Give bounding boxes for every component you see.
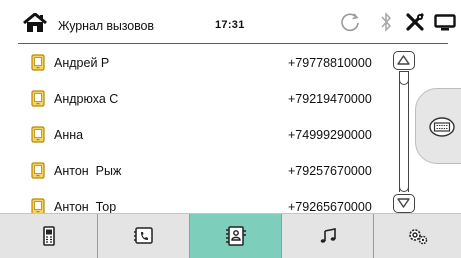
- music-icon: [320, 228, 336, 243]
- sync-icon: [341, 13, 359, 32]
- contact-number: +74999290000: [288, 128, 372, 142]
- settings-gear-icon: [408, 229, 427, 245]
- contact-name: Андрей Р: [54, 56, 110, 70]
- chevron-down-icon: [397, 198, 410, 208]
- nav-contacts[interactable]: [190, 214, 282, 258]
- mobile-phone-icon: [31, 54, 45, 71]
- call-log-icon: [133, 227, 153, 244]
- mobile-phone-icon: [31, 126, 45, 143]
- mobile-phone-icon: [31, 162, 45, 179]
- nav-call-log[interactable]: [98, 214, 190, 258]
- bottom-nav: [0, 213, 461, 258]
- list-item[interactable]: Андрей Р +79778810000: [28, 44, 388, 80]
- chevron-up-icon: [397, 55, 410, 65]
- settings-tools-icon[interactable]: [405, 12, 425, 32]
- contact-number: +79257670000: [288, 164, 372, 178]
- contacts-icon: [225, 226, 246, 246]
- contact-name: Антон Рыж: [54, 164, 122, 178]
- contact-number: +79265670000: [288, 200, 372, 214]
- phone-screen: Журнал вызовов 17:31 Андрей Р +797788100…: [0, 0, 461, 258]
- contact-list: Андрей Р +79778810000 Андрюха С +7921947…: [28, 44, 388, 224]
- screen-icon[interactable]: [434, 14, 456, 32]
- scroll-thumb[interactable]: [399, 71, 409, 85]
- keyboard-icon[interactable]: [429, 117, 455, 137]
- page-title: Журнал вызовов: [58, 19, 154, 33]
- status-header: Журнал вызовов 17:31: [0, 0, 461, 44]
- scroll-up-button[interactable]: [393, 51, 415, 70]
- clock: 17:31: [215, 19, 245, 31]
- scroll-track[interactable]: [399, 71, 409, 192]
- bluetooth-icon: [381, 12, 392, 32]
- contact-name: Андрюха С: [54, 92, 119, 106]
- home-icon[interactable]: [22, 13, 48, 33]
- nav-music[interactable]: [282, 214, 374, 258]
- list-item[interactable]: Антон Рыж +79257670000: [28, 152, 388, 188]
- mobile-phone-icon: [31, 90, 45, 107]
- nav-phone[interactable]: [0, 214, 98, 258]
- scroll-track-end: [399, 180, 409, 192]
- contact-number: +79219470000: [288, 92, 372, 106]
- contact-name: Анна: [54, 128, 84, 142]
- contact-name: Антон Тор: [54, 200, 117, 214]
- list-item[interactable]: Анна +74999290000: [28, 116, 388, 152]
- nav-settings[interactable]: [374, 214, 461, 258]
- list-item[interactable]: Андрюха С +79219470000: [28, 80, 388, 116]
- contact-number: +79778810000: [288, 56, 372, 70]
- phone-device-icon: [42, 226, 55, 246]
- scroll-down-button[interactable]: [393, 194, 415, 213]
